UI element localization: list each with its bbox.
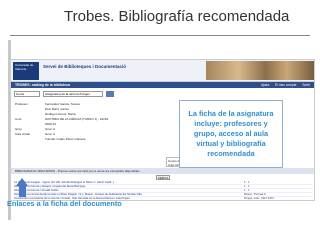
bibliography-header: BIBLIOGRAFIA I RECURSOS - Premeu sobre e… xyxy=(11,168,314,174)
document-status: Pinges, Laia : 1927-1972 xyxy=(244,197,274,200)
banner-image xyxy=(206,61,314,80)
nav-link-help[interactable]: Ajuda xyxy=(261,82,269,88)
course-card-callout: La ficha de la asignatura incluye: profe… xyxy=(179,100,283,168)
nav-link-logout[interactable]: Sortir xyxy=(302,82,310,88)
site-header: Universitat de València Servei de Biblio… xyxy=(11,60,314,82)
up-arrow-shaft xyxy=(19,186,26,197)
title-divider xyxy=(10,35,310,36)
document-link[interactable]: La Ciencia de Leagan - Ageno Vol 100 / E… xyxy=(14,181,244,184)
slide-title: Trobes. Bibliografía recomendada xyxy=(64,8,290,25)
library-service-name: Servei de Biblioteques i Documentació xyxy=(43,64,127,69)
bottom-caption: Enlaces a la ficha del documento xyxy=(7,199,122,208)
university-logo[interactable]: Universitat de València xyxy=(13,62,39,80)
document-status: 1 - 1 xyxy=(244,189,250,192)
document-status: 1 - 1 xyxy=(244,181,250,184)
search-input[interactable]: Assignatura de la carrera d'origen xyxy=(43,91,103,97)
document-list: La Ciencia de Leagan - Ageno Vol 100 / E… xyxy=(14,181,313,200)
document-status: Mason, Thomas A. xyxy=(244,193,267,196)
nav-link-account[interactable]: El meu compte xyxy=(275,82,296,88)
document-link[interactable]: Historia de la Ciencia y Estapio / Angel… xyxy=(14,185,244,188)
document-link[interactable]: Historia de la Ciencia / Ronald Sultan xyxy=(14,189,244,192)
up-arrow-icon xyxy=(16,178,28,186)
field-label xyxy=(15,137,45,142)
callout-text: La ficha de la asignatura incluye: profe… xyxy=(188,109,274,158)
nav-links: Ajuda El meu compte Sortir xyxy=(261,82,310,88)
document-link[interactable]: Historia de la ciencia desde la tarde en… xyxy=(14,193,244,196)
search-row: Cerca Assignatura de la carrera d'origen xyxy=(14,91,114,97)
field-value: Tutorial: Grado Pérez Cabrera xyxy=(45,137,86,141)
search-go-button[interactable] xyxy=(106,91,114,97)
document-status: 1 - 1 xyxy=(244,185,250,188)
nav-title[interactable]: TROBES: catàleg de la biblioteca xyxy=(15,82,70,88)
search-bibliography-button[interactable]: CERCA xyxy=(156,175,170,180)
course-info: Professor Fernandez Garcia, Teresa Ruiz … xyxy=(15,102,205,152)
nav-bar: TROBES: catàleg de la biblioteca Ajuda E… xyxy=(11,82,314,88)
course-field-row: Tutorial: Grado Pérez Cabrera xyxy=(15,137,205,142)
search-type-select[interactable]: Cerca xyxy=(14,91,40,97)
